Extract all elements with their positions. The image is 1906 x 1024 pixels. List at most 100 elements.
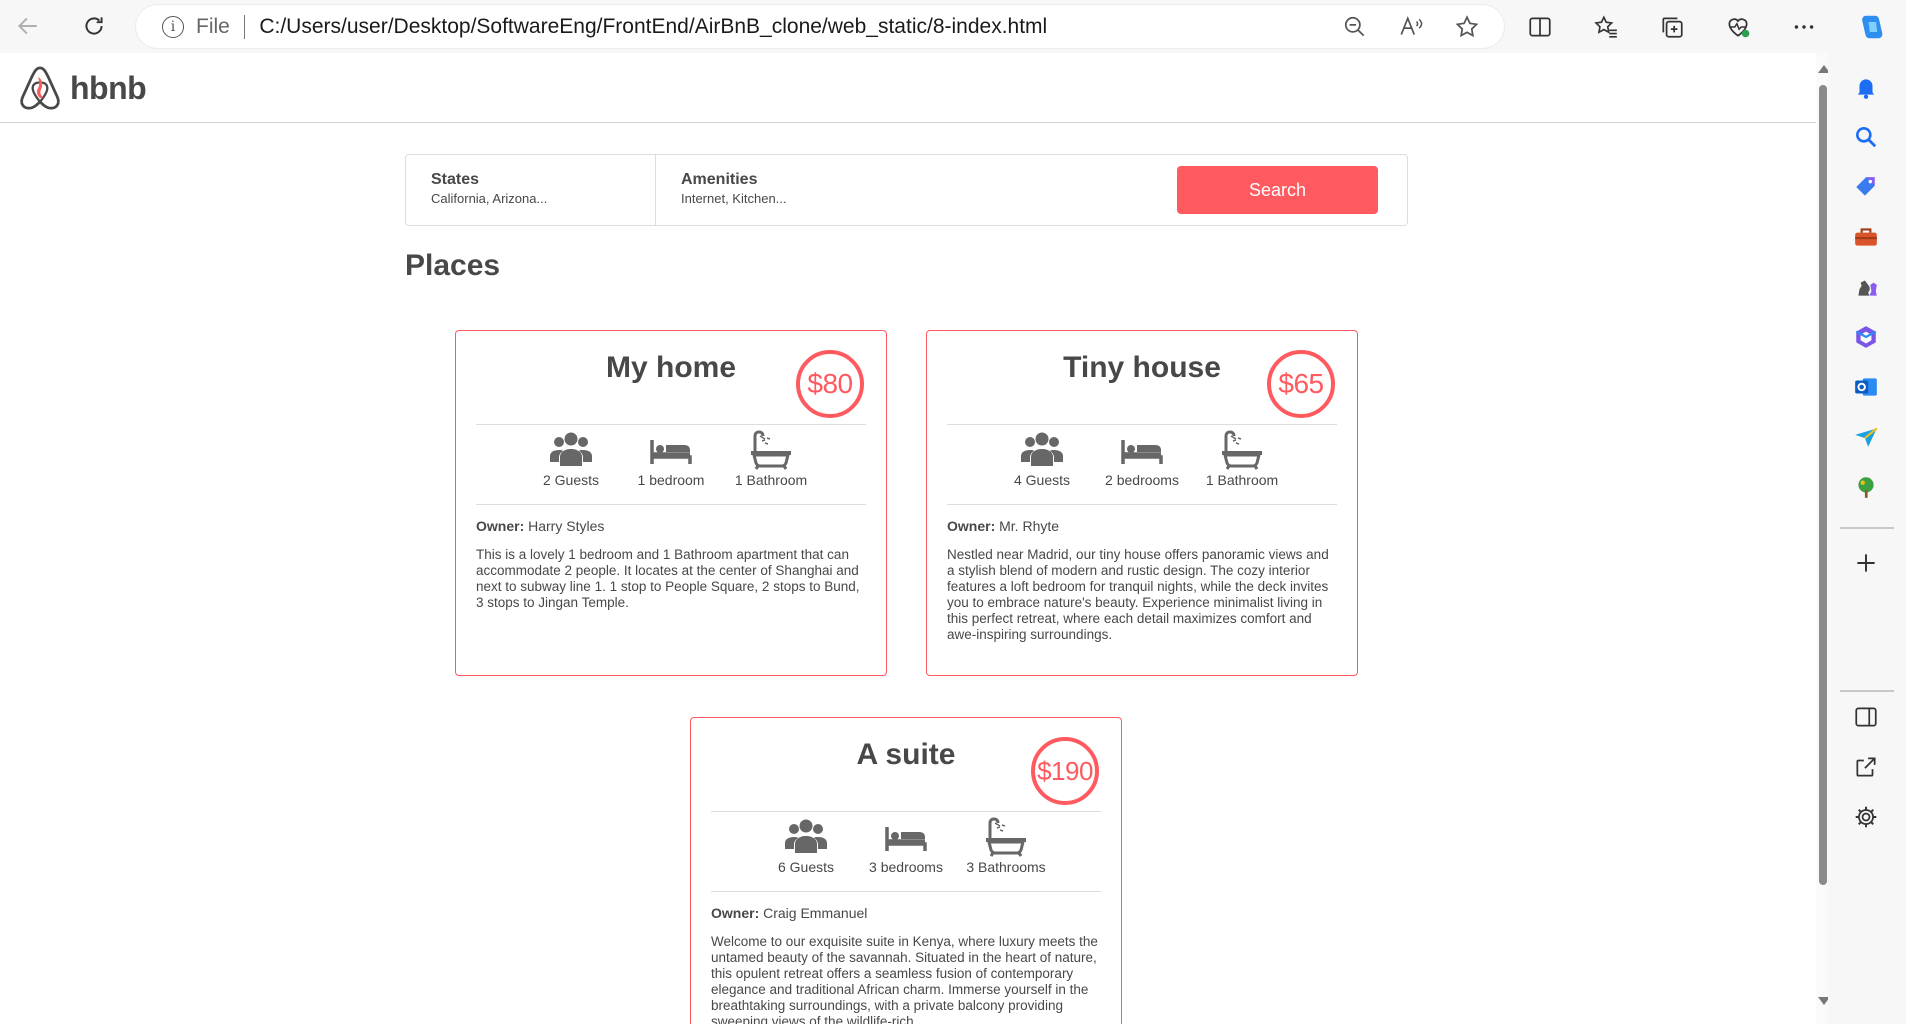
bathrooms-info: 3 Bathrooms [965, 812, 1047, 891]
bathrooms-info: 1 Bathroom [730, 425, 812, 504]
rooms-info: 1 bedroom [630, 425, 712, 504]
outlook-button[interactable] [1848, 369, 1884, 405]
games-button[interactable] [1848, 269, 1884, 305]
place-information: 6 Guests 3 bedrooms 3 Bathrooms [711, 811, 1101, 892]
file-label: File [196, 14, 230, 38]
split-screen-icon [1529, 17, 1551, 37]
guests-info: 4 Guests [1001, 425, 1083, 504]
more-icon [1794, 25, 1814, 29]
back-button[interactable] [8, 6, 48, 46]
drop-button[interactable] [1848, 419, 1884, 455]
read-aloud-icon[interactable] [1398, 14, 1424, 40]
add-sidebar-app-button[interactable] [1848, 545, 1884, 581]
price-badge: $190 [1031, 737, 1099, 805]
search-button-sidebar[interactable] [1848, 119, 1884, 155]
arrow-left-icon [17, 17, 37, 35]
browser-essentials-button[interactable] [1718, 8, 1758, 46]
favorites-button[interactable] [1586, 8, 1626, 46]
sidebar-divider [1840, 690, 1894, 692]
collections-button[interactable] [1652, 8, 1692, 46]
place-card: A suite $190 6 Guests 3 bedrooms 3 Bathr… [690, 717, 1122, 1024]
external-link-icon [1856, 757, 1876, 777]
copilot-icon [1862, 15, 1883, 39]
tag-icon [1856, 177, 1875, 196]
page-scrollbar[interactable] [1816, 53, 1830, 1024]
send-icon [1855, 427, 1878, 447]
bed-icon [650, 440, 692, 464]
shopping-button[interactable] [1848, 169, 1884, 205]
rooms-info: 2 bedrooms [1101, 425, 1183, 504]
tools-button[interactable] [1848, 219, 1884, 255]
url-text[interactable]: C:/Users/user/Desktop/SoftwareEng/FrontE… [259, 15, 1047, 39]
copilot-button[interactable] [1852, 8, 1890, 46]
bath-icon [986, 817, 1026, 857]
amenities-filter[interactable]: Amenities Internet, Kitchen... [656, 155, 1176, 225]
place-description: Nestled near Madrid, our tiny house offe… [947, 547, 1329, 642]
notifications-button[interactable] [1848, 69, 1884, 105]
owner-label: Owner: [711, 905, 760, 921]
tree-icon [1858, 477, 1874, 498]
logo[interactable]: hbnb [18, 64, 147, 112]
browser-toolbar: i File C:/Users/user/Desktop/SoftwareEng… [0, 0, 1906, 53]
places-title: Places [405, 249, 501, 282]
owner-label: Owner: [476, 518, 525, 534]
bell-icon [1857, 79, 1875, 99]
search-button[interactable]: Search [1177, 166, 1378, 214]
split-screen-button[interactable] [1520, 8, 1560, 46]
place-card: Tiny house $65 4 Guests 2 bedrooms 1 Bat… [926, 330, 1358, 676]
place-information: 2 Guests 1 bedroom 1 Bathroom [476, 424, 866, 505]
owner-name: Harry Styles [528, 518, 605, 534]
hbnb-logo-icon [20, 66, 60, 110]
site-header: hbnb [0, 53, 1816, 123]
more-button[interactable] [1784, 8, 1824, 46]
info-icon[interactable]: i [162, 15, 184, 38]
users-icon [785, 819, 827, 853]
owner: Owner: Harry Styles [476, 518, 604, 534]
place-description: This is a lovely 1 bedroom and 1 Bathroo… [476, 547, 860, 610]
bathrooms-text: 3 Bathrooms [966, 859, 1046, 875]
guests-text: 4 Guests [1013, 472, 1071, 488]
hide-sidebar-button[interactable] [1848, 699, 1884, 735]
scroll-thumb[interactable] [1819, 85, 1827, 885]
outlook-icon [1855, 378, 1877, 396]
star-icon[interactable] [1454, 14, 1480, 40]
owner: Owner: Mr. Rhyte [947, 518, 1059, 534]
guests-info: 6 Guests [765, 812, 847, 891]
owner-label: Owner: [947, 518, 996, 534]
rooms-text: 3 bedrooms [869, 859, 943, 875]
refresh-button[interactable] [74, 6, 114, 46]
bathrooms-text: 1 Bathroom [734, 472, 808, 488]
search-icon [1856, 127, 1877, 148]
price-badge: $80 [796, 350, 864, 418]
place-information: 4 Guests 2 bedrooms 1 Bathroom [947, 424, 1337, 505]
owner: Owner: Craig Emmanuel [711, 905, 867, 921]
guests-info: 2 Guests [530, 425, 612, 504]
guests-text: 2 Guests [542, 472, 600, 488]
tree-button[interactable] [1848, 469, 1884, 505]
rooms-text: 2 bedrooms [1105, 472, 1179, 488]
settings-button[interactable] [1848, 799, 1884, 835]
edge-sidebar [1828, 53, 1906, 1024]
place-card: My home $80 2 Guests 1 bedroom 1 Bathroo… [455, 330, 887, 676]
bathrooms-text: 1 Bathroom [1205, 472, 1279, 488]
states-filter-value: California, Arizona... [431, 191, 548, 206]
owner-name: Mr. Rhyte [999, 518, 1060, 534]
bathrooms-info: 1 Bathroom [1201, 425, 1283, 504]
favorites-icon [1594, 15, 1617, 38]
office-icon [1855, 326, 1877, 348]
bed-icon [885, 827, 927, 851]
open-external-button[interactable] [1848, 749, 1884, 785]
logo-text: hbnb [70, 69, 147, 106]
gear-icon [1855, 806, 1877, 828]
divider [243, 14, 246, 39]
zoom-out-icon[interactable] [1342, 14, 1368, 40]
address-bar[interactable]: i File C:/Users/user/Desktop/SoftwareEng… [136, 5, 1504, 48]
states-filter-title: States [431, 171, 480, 188]
microsoft365-button[interactable] [1848, 319, 1884, 355]
amenities-filter-title: Amenities [681, 171, 758, 188]
place-description: Welcome to our exquisite suite in Kenya,… [711, 934, 1098, 1024]
page-viewport: hbnb States California, Arizona... Ameni… [0, 53, 1816, 1024]
sidebar-panel-icon [1855, 707, 1877, 727]
states-filter[interactable]: States California, Arizona... [406, 155, 656, 225]
bed-icon [1121, 440, 1163, 464]
